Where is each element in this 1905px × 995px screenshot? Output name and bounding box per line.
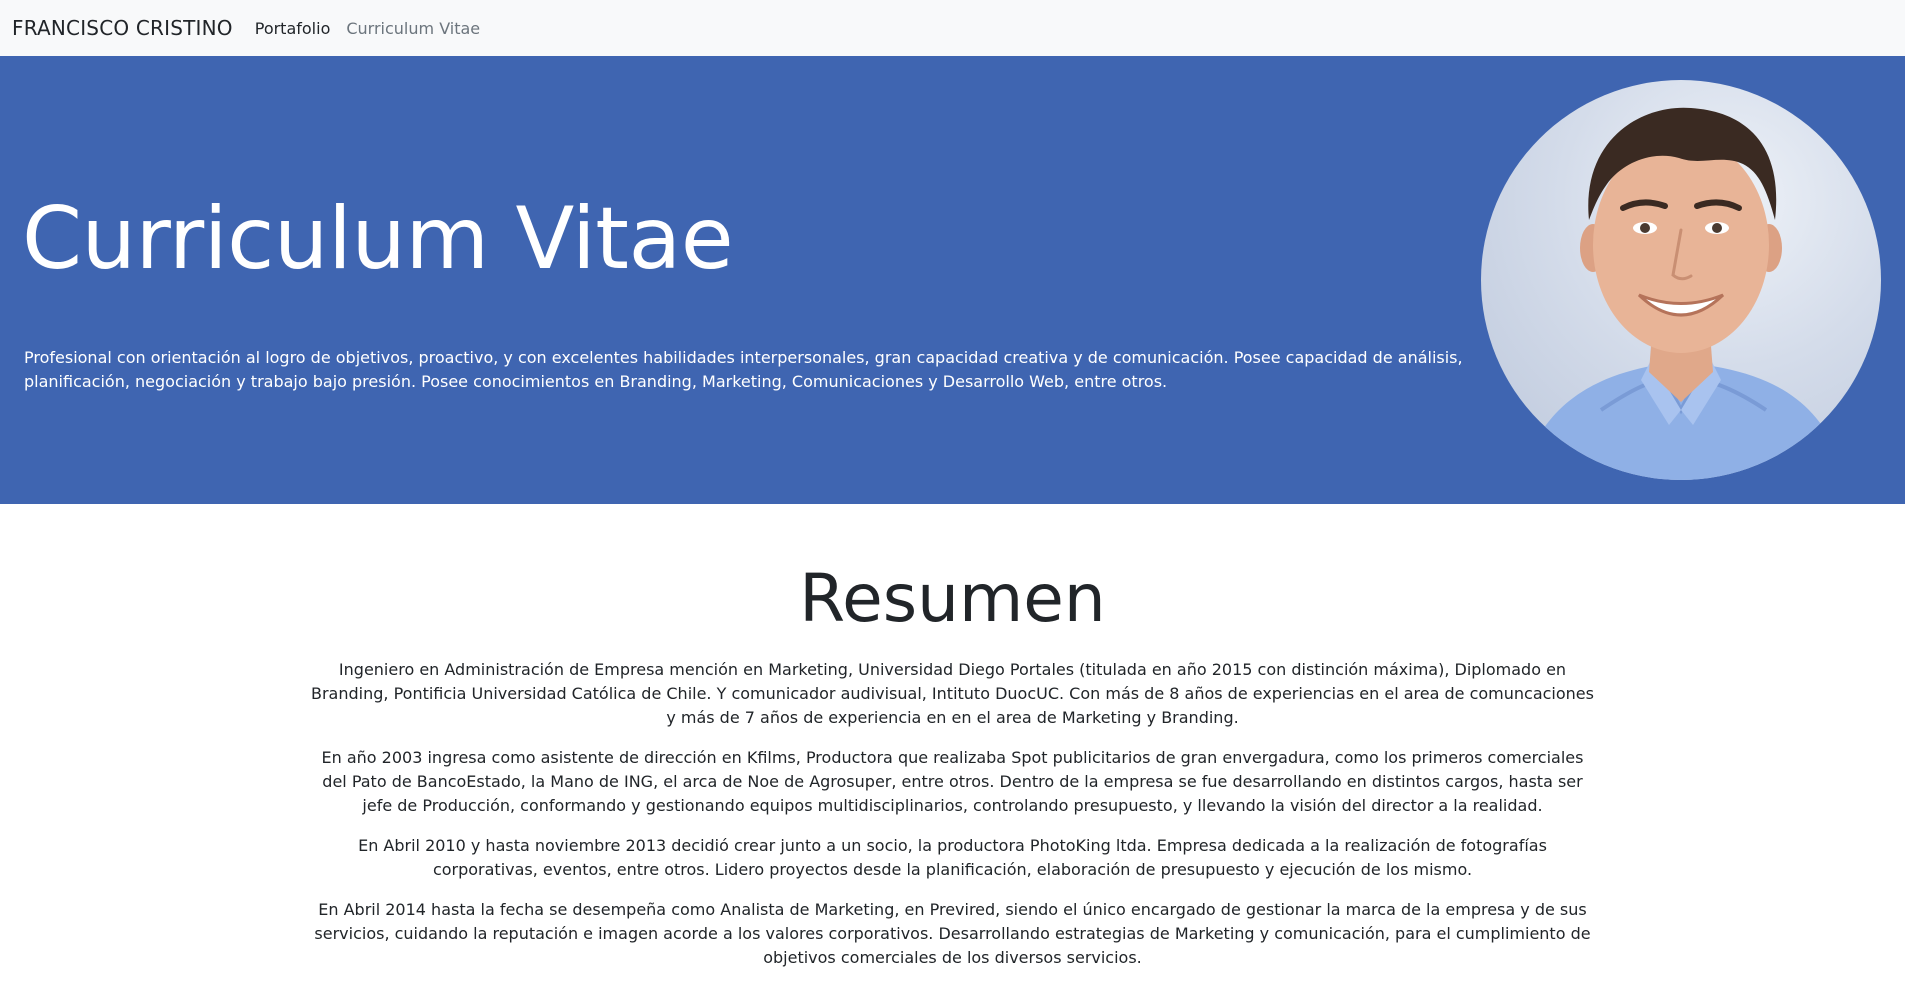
navbar: FRANCISCO CRISTINO Portafolio Curriculum… [0,0,1905,56]
resumen-paragraph: En Abril 2014 hasta la fecha se desempeñ… [314,900,1591,967]
brand-link[interactable]: FRANCISCO CRISTINO [12,16,233,40]
resumen-paragraph: Ingeniero en Administración de Empresa m… [311,660,1594,727]
hero-banner: Curriculum Vitae Profesional con orienta… [0,56,1905,504]
resumen-body: Ingeniero en Administración de Empresa m… [308,658,1598,970]
nav-link-portafolio[interactable]: Portafolio [255,19,331,38]
hero-title: Curriculum Vitae [22,189,734,289]
profile-photo-illustration [1521,107,1846,480]
resumen-paragraph: En año 2003 ingresa como asistente de di… [321,748,1584,815]
nav-link-curriculum-vitae[interactable]: Curriculum Vitae [346,19,480,38]
resumen-title: Resumen [799,560,1106,637]
hero-description: Profesional con orientación al logro de … [24,348,1463,391]
resumen-paragraph: En Abril 2010 y hasta noviembre 2013 dec… [358,836,1547,879]
resumen-section: Resumen Ingeniero en Administración de E… [0,504,1905,986]
profile-photo [1481,80,1881,480]
